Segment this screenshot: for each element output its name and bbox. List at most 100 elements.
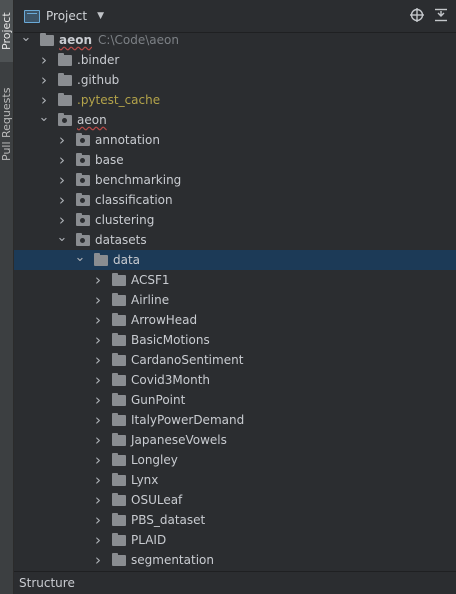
tree-row[interactable]: › Airline xyxy=(14,290,456,310)
tree-row[interactable]: › annotation xyxy=(14,130,456,150)
tree-row[interactable]: ⌄ aeon xyxy=(14,110,456,130)
chevron-right-icon[interactable]: › xyxy=(92,391,104,409)
folder-icon xyxy=(112,432,126,446)
tree-row[interactable]: › GunPoint xyxy=(14,390,456,410)
tree-row[interactable]: › CardanoSentiment xyxy=(14,350,456,370)
chevron-right-icon[interactable]: › xyxy=(92,511,104,529)
package-folder-icon xyxy=(58,112,72,126)
chevron-right-icon[interactable]: › xyxy=(56,171,68,189)
chevron-down-icon[interactable]: ⌄ xyxy=(74,250,86,265)
chevron-right-icon[interactable]: › xyxy=(92,411,104,429)
tree-item-label: BasicMotions xyxy=(131,333,210,347)
crosshair-icon[interactable] xyxy=(410,8,424,22)
folder-icon xyxy=(94,252,108,266)
tree-item-label: benchmarking xyxy=(95,173,182,187)
tree-item-label: PBS_dataset xyxy=(131,513,206,527)
tree-row[interactable]: › .binder xyxy=(14,50,456,70)
tree-item-label: datasets xyxy=(95,233,147,247)
tree-item-label: CardanoSentiment xyxy=(131,353,244,367)
chevron-right-icon[interactable]: › xyxy=(92,431,104,449)
folder-icon xyxy=(112,472,126,486)
chevron-right-icon[interactable]: › xyxy=(92,371,104,389)
tree-row[interactable]: › PBS_dataset xyxy=(14,510,456,530)
chevron-down-icon[interactable]: ⌄ xyxy=(56,230,68,245)
chevron-down-icon[interactable]: ⌄ xyxy=(38,110,50,125)
chevron-right-icon[interactable]: › xyxy=(56,151,68,169)
chevron-right-icon[interactable]: › xyxy=(92,271,104,289)
collapse-all-icon[interactable] xyxy=(434,8,448,22)
tree-row[interactable]: › segmentation xyxy=(14,550,456,570)
folder-icon xyxy=(58,92,72,106)
tree-row[interactable]: ⌄ aeon C:\Code\aeon xyxy=(14,30,456,50)
tree-item-label: ItalyPowerDemand xyxy=(131,413,245,427)
tree-item-label: Lynx xyxy=(131,473,159,487)
package-folder-icon xyxy=(76,232,90,246)
tree-row[interactable]: › ItalyPowerDemand xyxy=(14,410,456,430)
chevron-down-icon[interactable]: ▼ xyxy=(97,11,104,21)
tree-row[interactable]: › clustering xyxy=(14,210,456,230)
chevron-right-icon[interactable]: › xyxy=(56,191,68,209)
tree-item-label: JapaneseVowels xyxy=(131,433,227,447)
tree-row[interactable]: › Lynx xyxy=(14,470,456,490)
chevron-down-icon[interactable]: ⌄ xyxy=(20,30,32,45)
project-view-icon xyxy=(24,9,40,23)
tree-row[interactable]: ⌄ datasets xyxy=(14,230,456,250)
tree-item-label: annotation xyxy=(95,133,160,147)
folder-icon xyxy=(112,392,126,406)
project-panel: Project ▼ ⌄ aeon C:\Code\aeon › .binder › .git… xyxy=(14,0,456,594)
chevron-right-icon[interactable]: › xyxy=(92,331,104,349)
chevron-right-icon[interactable]: › xyxy=(38,71,50,89)
project-tool-tab[interactable]: Project xyxy=(0,0,13,62)
tree-row[interactable]: › .github xyxy=(14,70,456,90)
tool-window-strip: Project Pull Requests xyxy=(0,0,14,594)
tree-row[interactable]: › .pytest_cache xyxy=(14,90,456,110)
folder-icon xyxy=(112,552,126,566)
tree-item-label: .binder xyxy=(77,53,120,67)
chevron-right-icon[interactable]: › xyxy=(92,491,104,509)
tree-row[interactable]: › OSULeaf xyxy=(14,490,456,510)
tree-item-label: ACSF1 xyxy=(131,273,170,287)
tree-row[interactable]: › Longley xyxy=(14,450,456,470)
package-folder-icon xyxy=(76,212,90,226)
folder-icon xyxy=(58,72,72,86)
package-folder-icon xyxy=(76,152,90,166)
tree-item-label: clustering xyxy=(95,213,155,227)
chevron-right-icon[interactable]: › xyxy=(92,311,104,329)
tree-item-label: GunPoint xyxy=(131,393,186,407)
chevron-right-icon[interactable]: › xyxy=(38,51,50,69)
chevron-right-icon[interactable]: › xyxy=(92,471,104,489)
header-actions xyxy=(410,8,448,22)
chevron-right-icon[interactable]: › xyxy=(92,451,104,469)
chevron-right-icon[interactable]: › xyxy=(38,91,50,109)
tree-item-label: OSULeaf xyxy=(131,493,183,507)
tree-row[interactable]: ⌄ data xyxy=(14,250,456,270)
chevron-right-icon[interactable]: › xyxy=(56,211,68,229)
package-folder-icon xyxy=(76,172,90,186)
tree-row[interactable]: › classification xyxy=(14,190,456,210)
tree-item-label: aeon xyxy=(59,33,93,47)
folder-icon xyxy=(112,532,126,546)
chevron-right-icon[interactable]: › xyxy=(92,551,104,569)
view-selector-label[interactable]: Project xyxy=(46,9,87,23)
chevron-right-icon[interactable]: › xyxy=(92,291,104,309)
panel-header: Project ▼ xyxy=(14,0,456,33)
chevron-right-icon[interactable]: › xyxy=(56,131,68,149)
tree-row[interactable]: › base xyxy=(14,150,456,170)
chevron-right-icon[interactable]: › xyxy=(92,351,104,369)
tree-row[interactable]: › benchmarking xyxy=(14,170,456,190)
folder-icon xyxy=(40,32,54,46)
tree-item-label: .github xyxy=(77,73,120,87)
tree-row[interactable]: › ACSF1 xyxy=(14,270,456,290)
tree-item-label: base xyxy=(95,153,124,167)
tree-row[interactable]: › Covid3Month xyxy=(14,370,456,390)
tree-row[interactable]: › JapaneseVowels xyxy=(14,430,456,450)
tree-row[interactable]: › ArrowHead xyxy=(14,310,456,330)
tree-row[interactable]: › PLAID xyxy=(14,530,456,550)
pull-requests-tool-tab[interactable]: Pull Requests xyxy=(0,84,13,164)
project-tree: ⌄ aeon C:\Code\aeon › .binder › .github › .pytes… xyxy=(14,30,456,570)
tree-row[interactable]: › BasicMotions xyxy=(14,330,456,350)
folder-icon xyxy=(112,292,126,306)
structure-tab[interactable]: Structure xyxy=(14,571,456,594)
tree-item-label: classification xyxy=(95,193,173,207)
chevron-right-icon[interactable]: › xyxy=(92,531,104,549)
